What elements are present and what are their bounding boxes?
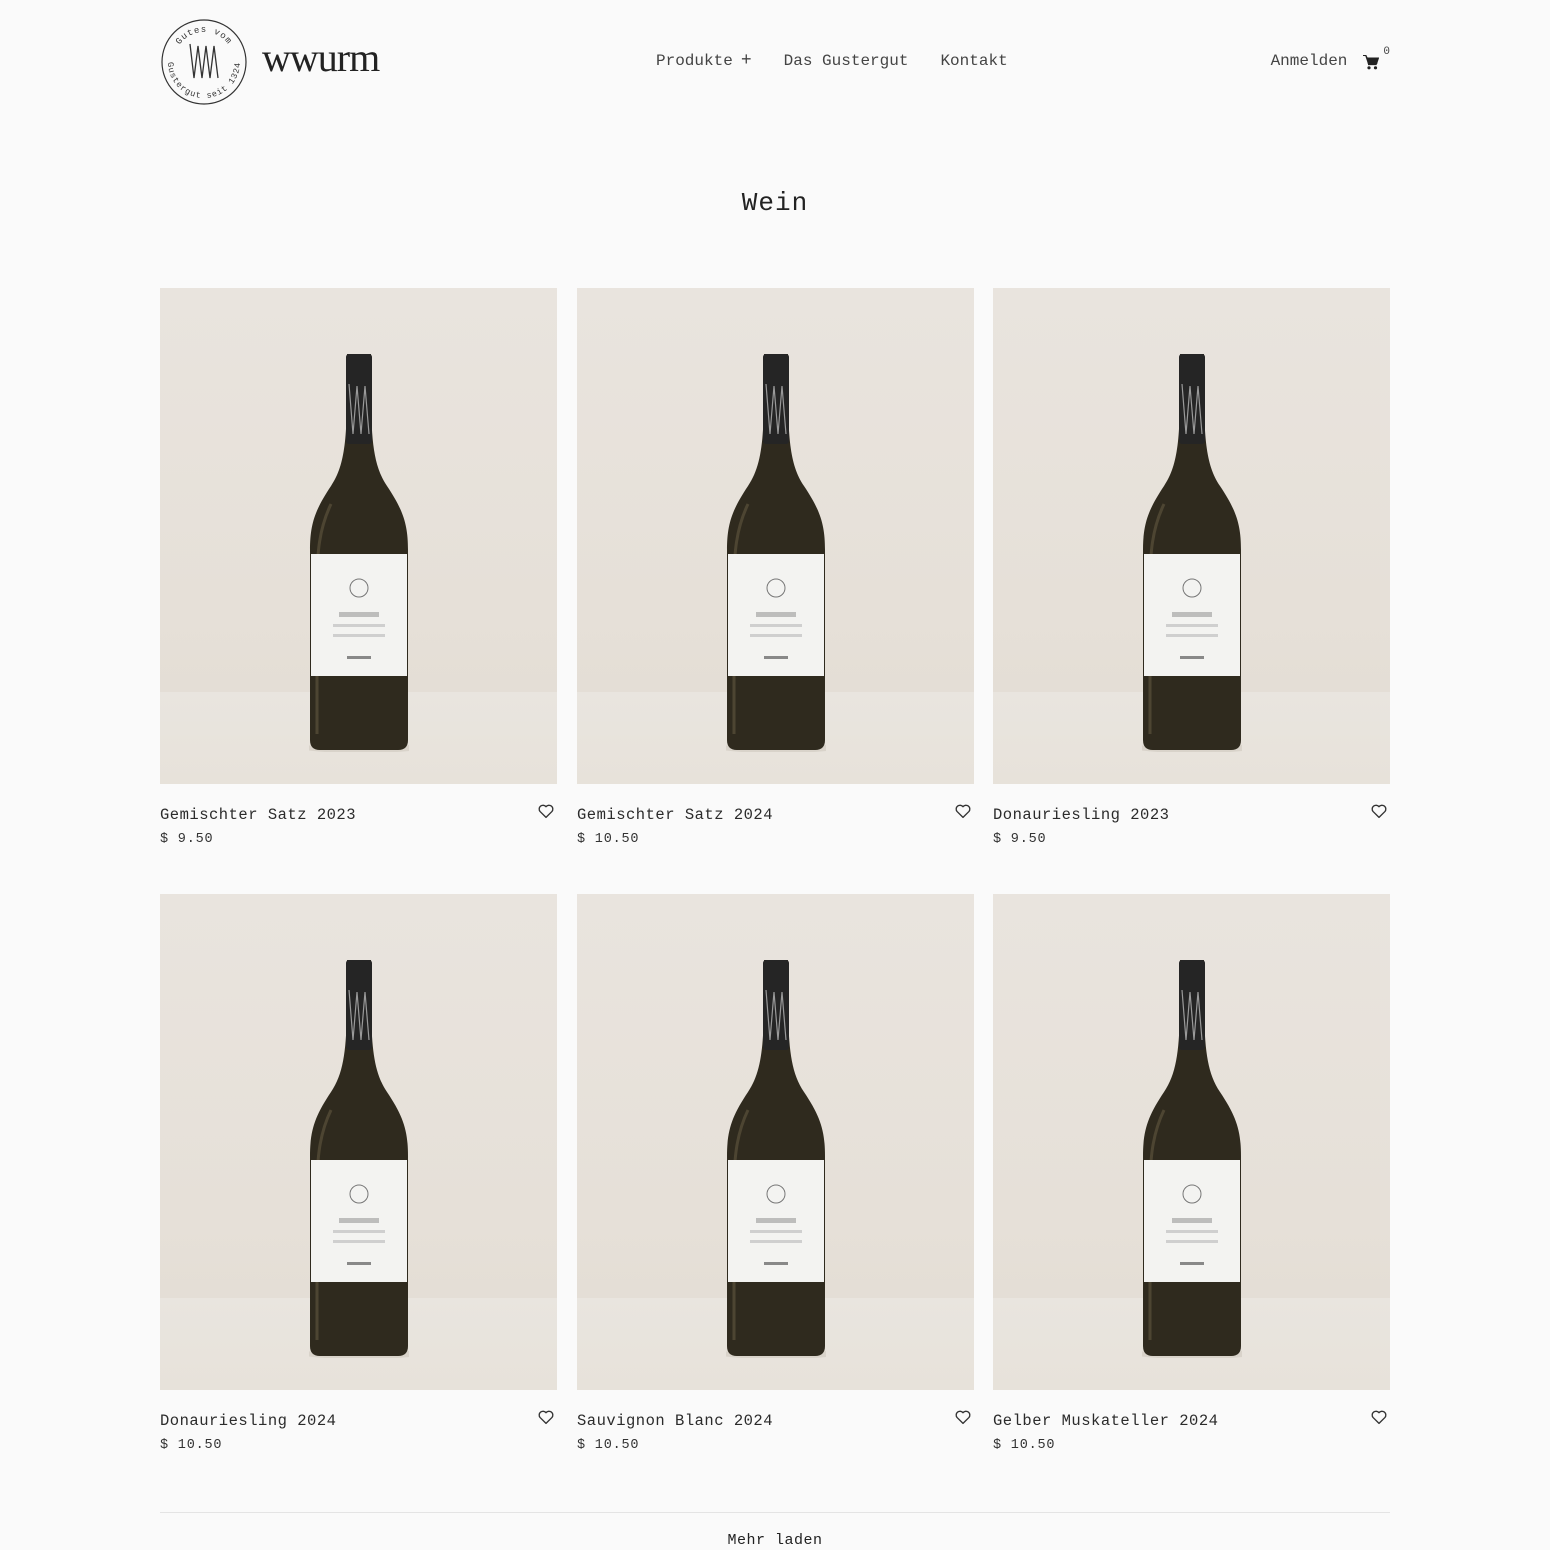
nav-label: Kontakt xyxy=(940,52,1008,70)
wine-bottle-image xyxy=(1141,960,1242,1358)
login-link[interactable]: Anmelden xyxy=(1271,52,1348,70)
product-card: Gemischter Satz 2024 $ 10.50 xyxy=(577,288,974,854)
product-image[interactable] xyxy=(160,288,557,784)
load-more-button[interactable]: Mehr laden xyxy=(0,1532,1550,1549)
product-card: Gemischter Satz 2023 $ 9.50 xyxy=(160,288,557,854)
product-card: Donauriesling 2023 $ 9.50 xyxy=(993,288,1390,854)
product-image[interactable] xyxy=(160,894,557,1390)
svg-text:Gutes vom: Gutes vom xyxy=(174,25,234,47)
svg-text:Gustergut seit 1324: Gustergut seit 1324 xyxy=(165,62,243,101)
wine-bottle-image xyxy=(1141,354,1242,752)
heart-icon[interactable] xyxy=(954,1408,972,1426)
divider xyxy=(160,1512,1390,1513)
cart-count: 0 xyxy=(1383,46,1390,58)
product-price: $ 10.50 xyxy=(577,1438,640,1453)
nav-das-gustergut[interactable]: Das Gustergut xyxy=(784,52,909,70)
product-card: Sauvignon Blanc 2024 $ 10.50 xyxy=(577,894,974,1460)
cart-button[interactable]: 0 xyxy=(1363,46,1390,70)
heart-icon[interactable] xyxy=(1370,1408,1388,1426)
nav-label: Das Gustergut xyxy=(783,52,909,70)
heart-icon[interactable] xyxy=(1370,802,1388,820)
product-price: $ 10.50 xyxy=(577,832,640,847)
page-title: Wein xyxy=(741,188,809,218)
product-price: $ 9.50 xyxy=(160,832,214,847)
wine-bottle-image xyxy=(725,354,826,752)
product-image[interactable] xyxy=(577,894,974,1390)
product-name[interactable]: Gelber Muskateller 2024 xyxy=(993,1412,1218,1430)
product-price: $ 9.50 xyxy=(993,832,1047,847)
product-image[interactable] xyxy=(993,894,1390,1390)
product-price: $ 10.50 xyxy=(160,1438,223,1453)
product-card: Gelber Muskateller 2024 $ 10.50 xyxy=(993,894,1390,1460)
main-nav: Produkte + Das Gustergut Kontakt xyxy=(656,52,1040,70)
product-price: $ 10.50 xyxy=(993,1438,1056,1453)
wine-bottle-image xyxy=(308,960,409,1358)
cart-icon xyxy=(1363,55,1380,70)
product-name[interactable]: Sauvignon Blanc 2024 xyxy=(577,1412,773,1430)
heart-icon[interactable] xyxy=(954,802,972,820)
product-name[interactable]: Gemischter Satz 2024 xyxy=(577,806,773,824)
product-image[interactable] xyxy=(577,288,974,784)
seal-logo-icon: Gutes vom Gustergut seit 1324 xyxy=(161,19,247,105)
wine-bottle-image xyxy=(725,960,826,1358)
wine-bottle-image xyxy=(308,354,409,752)
logo[interactable]: Gutes vom Gustergut seit 1324 wwurm xyxy=(160,18,380,106)
product-image[interactable] xyxy=(993,288,1390,784)
account-area: Anmelden 0 xyxy=(1271,46,1390,70)
product-name[interactable]: Gemischter Satz 2023 xyxy=(160,806,356,824)
product-card: Donauriesling 2024 $ 10.50 xyxy=(160,894,557,1460)
product-name[interactable]: Donauriesling 2024 xyxy=(160,1412,336,1430)
nav-label: Produkte xyxy=(656,52,733,70)
nav-kontakt[interactable]: Kontakt xyxy=(940,52,1007,70)
heart-icon[interactable] xyxy=(537,802,555,820)
nav-produkte[interactable]: Produkte + xyxy=(656,52,752,70)
plus-icon: + xyxy=(740,51,752,71)
product-name[interactable]: Donauriesling 2023 xyxy=(993,806,1169,824)
site-header: Gutes vom Gustergut seit 1324 wwurm Prod… xyxy=(0,0,1550,120)
brand-wordmark: wwurm xyxy=(262,35,380,80)
heart-icon[interactable] xyxy=(537,1408,555,1426)
